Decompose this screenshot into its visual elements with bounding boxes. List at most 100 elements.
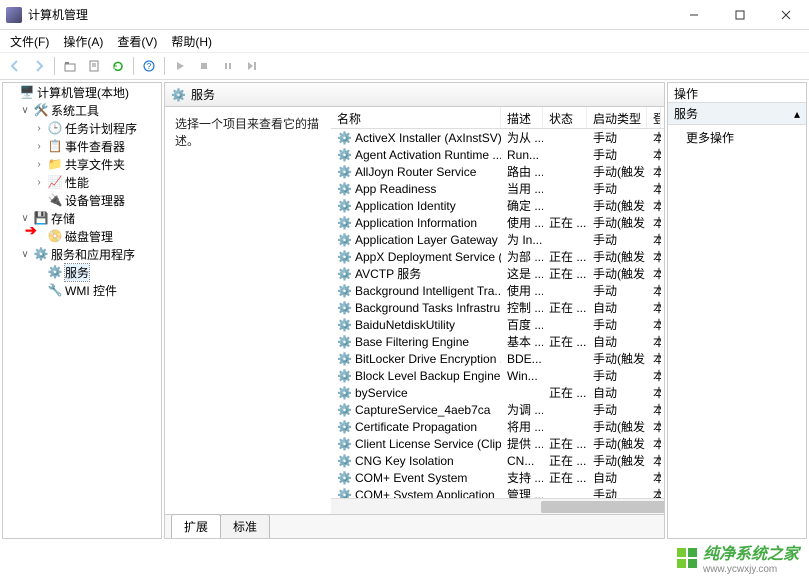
service-row[interactable]: ⚙️Client License Service (Clip...提供 ...正… <box>331 435 664 452</box>
forward-button[interactable] <box>28 55 50 77</box>
tree-device-manager[interactable]: 🔌设备管理器 <box>31 191 161 209</box>
gear-icon: ⚙️ <box>337 454 351 468</box>
service-row[interactable]: ⚙️Agent Activation Runtime ...Run...手动本 <box>331 146 664 163</box>
gear-icon: ⚙️ <box>337 267 351 281</box>
play-button[interactable] <box>169 55 191 77</box>
gear-icon: ⚙️ <box>337 250 351 264</box>
restart-button[interactable] <box>241 55 263 77</box>
help-button[interactable]: ? <box>138 55 160 77</box>
menu-ops[interactable]: 操作(A) <box>57 31 109 52</box>
service-logon: 本 <box>647 231 661 248</box>
gear-icon: ⚙️ <box>337 386 351 400</box>
col-start[interactable]: 启动类型 <box>587 107 647 128</box>
service-row[interactable]: ⚙️COM+ Event System支持 ...正在 ...自动本 <box>331 469 664 486</box>
service-row[interactable]: ⚙️Background Intelligent Tra...使用 ...手动本 <box>331 282 664 299</box>
service-desc: 使用 ... <box>501 282 543 299</box>
tree-task-scheduler[interactable]: ›🕒任务计划程序 <box>31 119 161 137</box>
service-row[interactable]: ⚙️Application Identity确定 ...手动(触发 ...本 <box>331 197 664 214</box>
service-desc: 百度 ... <box>501 316 543 333</box>
tree-disk-mgmt[interactable]: 📀磁盘管理 <box>31 227 161 245</box>
service-row[interactable]: ⚙️Application Information使用 ...正在 ...手动(… <box>331 214 664 231</box>
horizontal-scrollbar[interactable] <box>331 498 664 514</box>
menu-help[interactable]: 帮助(H) <box>165 31 218 52</box>
separator <box>133 57 134 75</box>
col-logon[interactable]: 登 <box>647 107 661 128</box>
minimize-button[interactable] <box>671 0 717 30</box>
service-row[interactable]: ⚙️Certificate Propagation将用 ...手动(触发 ...… <box>331 418 664 435</box>
tree-shared-folders[interactable]: ›📁共享文件夹 <box>31 155 161 173</box>
service-row[interactable]: ⚙️Base Filtering Engine基本 ...正在 ...自动本 <box>331 333 664 350</box>
stop-button[interactable] <box>193 55 215 77</box>
service-row[interactable]: ⚙️AVCTP 服务这是 ...正在 ...手动(触发 ...本 <box>331 265 664 282</box>
maximize-button[interactable] <box>717 0 763 30</box>
service-logon: 本 <box>647 299 661 316</box>
gear-icon: ⚙️ <box>337 233 351 247</box>
service-row[interactable]: ⚙️byService正在 ...自动本 <box>331 384 664 401</box>
actions-section[interactable]: 服务▴ <box>668 103 806 125</box>
service-row[interactable]: ⚙️BaiduNetdiskUtility百度 ...手动本 <box>331 316 664 333</box>
service-name: Base Filtering Engine <box>355 335 469 349</box>
service-row[interactable]: ⚙️AppX Deployment Service (...为部 ...正在 .… <box>331 248 664 265</box>
tab-standard[interactable]: 标准 <box>220 514 270 538</box>
tree-event-viewer[interactable]: ›📋事件查看器 <box>31 137 161 155</box>
service-name: AllJoyn Router Service <box>355 165 476 179</box>
back-button[interactable] <box>4 55 26 77</box>
gear-icon: ⚙️ <box>337 182 351 196</box>
tree-services-apps[interactable]: ∨⚙️服务和应用程序 <box>17 245 161 263</box>
service-row[interactable]: ⚙️Application Layer Gateway ...为 In...手动… <box>331 231 664 248</box>
tree-wmi[interactable]: 🔧WMI 控件 <box>31 281 161 299</box>
watermark-url: www.ycwxjy.com <box>703 564 799 575</box>
tree-services[interactable]: ⚙️服务 <box>31 263 161 281</box>
gear-icon: ⚙️ <box>337 471 351 485</box>
service-logon: 本 <box>647 265 661 282</box>
tab-extended[interactable]: 扩展 <box>171 514 221 538</box>
service-row[interactable]: ⚙️Block Level Backup Engine ...Win...手动本 <box>331 367 664 384</box>
service-logon: 本 <box>647 469 661 486</box>
actions-more[interactable]: 更多操作 <box>668 125 806 150</box>
watermark-logo <box>677 548 697 568</box>
service-row[interactable]: ⚙️COM+ System Application管理 ...手动本 <box>331 486 664 498</box>
tree-system-tools[interactable]: ∨🛠️系统工具 <box>17 101 161 119</box>
gear-icon: ⚙️ <box>337 216 351 230</box>
service-start: 自动 <box>587 384 647 401</box>
service-row[interactable]: ⚙️App Readiness当用 ...手动本 <box>331 180 664 197</box>
service-status: 正在 ... <box>543 333 587 350</box>
col-name[interactable]: 名称 <box>331 107 501 128</box>
service-name: BitLocker Drive Encryption ... <box>355 352 501 366</box>
service-logon: 本 <box>647 486 661 498</box>
refresh-button[interactable] <box>107 55 129 77</box>
pause-button[interactable] <box>217 55 239 77</box>
service-status: 正在 ... <box>543 452 587 469</box>
scroll-thumb[interactable] <box>541 501 664 513</box>
tree-root[interactable]: 🖥️计算机管理(本地) <box>3 83 161 101</box>
tree-storage[interactable]: ∨💾存储 <box>17 209 161 227</box>
service-logon: 本 <box>647 163 661 180</box>
perf-icon: 📈 <box>47 174 63 190</box>
col-status[interactable]: 状态 <box>543 107 587 128</box>
service-row[interactable]: ⚙️CNG Key IsolationCN...正在 ...手动(触发 ...本 <box>331 452 664 469</box>
app-icon <box>6 7 22 23</box>
service-logon: 本 <box>647 333 661 350</box>
service-status: 正在 ... <box>543 265 587 282</box>
service-row[interactable]: ⚙️ActiveX Installer (AxInstSV)为从 ...手动本 <box>331 129 664 146</box>
service-row[interactable]: ⚙️Background Tasks Infrastru...控制 ...正在 … <box>331 299 664 316</box>
service-logon: 本 <box>647 418 661 435</box>
service-desc: 为调 ... <box>501 401 543 418</box>
properties-button[interactable] <box>83 55 105 77</box>
service-row[interactable]: ⚙️CaptureService_4aeb7ca为调 ...手动本 <box>331 401 664 418</box>
service-start: 自动 <box>587 469 647 486</box>
col-desc[interactable]: 描述 <box>501 107 543 128</box>
close-button[interactable] <box>763 0 809 30</box>
service-row[interactable]: ⚙️BitLocker Drive Encryption ...BDE...手动… <box>331 350 664 367</box>
tree-performance[interactable]: ›📈性能 <box>31 173 161 191</box>
service-desc: 为部 ... <box>501 248 543 265</box>
center-panel: ⚙️ 服务 选择一个项目来查看它的描述。 名称 描述 状态 启动类型 登 ⚙️A… <box>164 82 665 539</box>
menu-file[interactable]: 文件(F) <box>4 31 55 52</box>
menu-view[interactable]: 查看(V) <box>111 31 163 52</box>
actions-pane: 操作 服务▴ 更多操作 <box>667 82 807 539</box>
service-start: 手动 <box>587 316 647 333</box>
service-logon: 本 <box>647 316 661 333</box>
title-bar: 计算机管理 <box>0 0 809 30</box>
service-row[interactable]: ⚙️AllJoyn Router Service路由 ...手动(触发 ...本 <box>331 163 664 180</box>
up-button[interactable] <box>59 55 81 77</box>
